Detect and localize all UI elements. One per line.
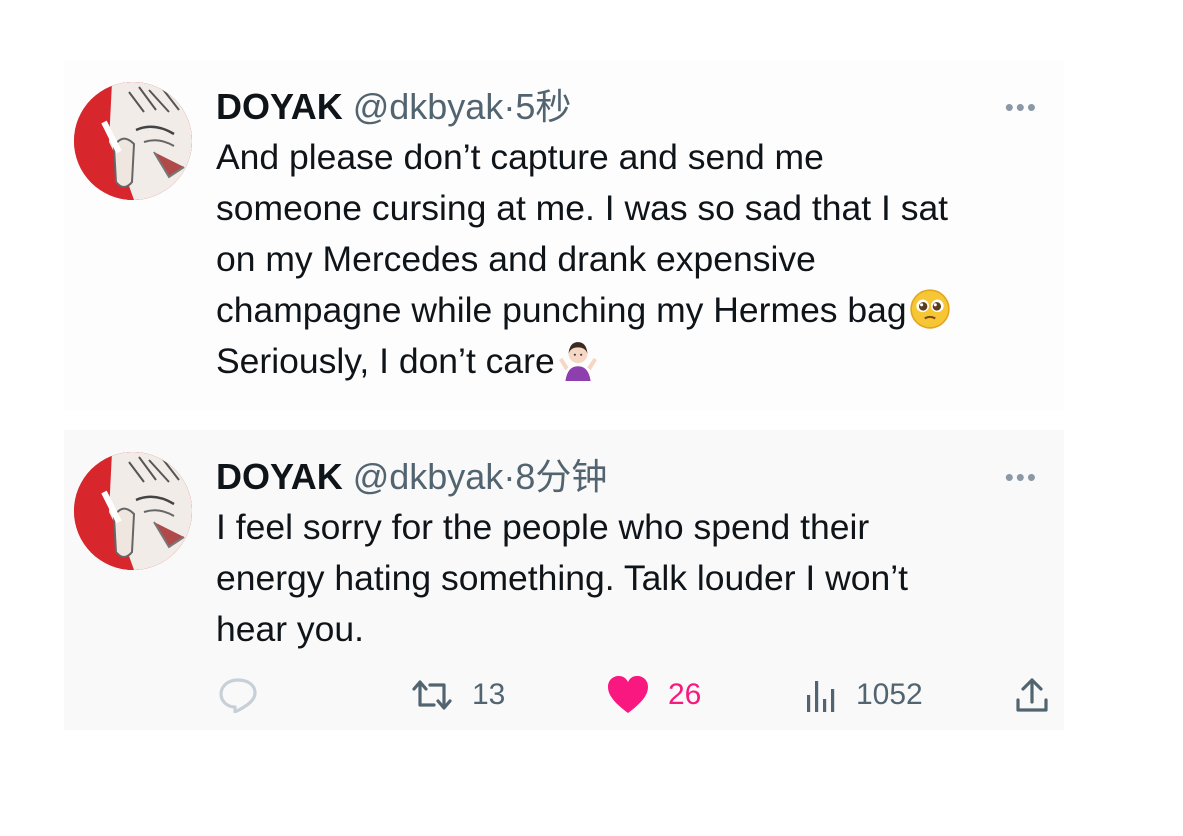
person-shrugging-emoji [558,342,597,381]
user-handle[interactable]: @dkbyak [353,86,504,127]
tweet-text-line: hear you. [216,609,365,649]
timestamp[interactable]: 8分钟 [515,456,607,497]
avatar[interactable] [74,82,192,200]
timestamp[interactable]: 5秒 [515,86,571,127]
avatar-illustration [74,82,192,200]
tweet-text-line: on my Mercedes and drank expensive [216,239,816,279]
avatar[interactable] [74,452,192,570]
tweet-2[interactable]: DOYAK @dkbyak·8分钟 ••• I feel sorry for t… [64,430,1064,730]
tweet-header: DOYAK @dkbyak·8分钟 [216,448,607,500]
display-name[interactable]: DOYAK [216,456,343,497]
display-name[interactable]: DOYAK [216,86,343,127]
tweet-text-segment: champagne while punching my Hermes bag [216,290,907,330]
tweet-text-line: Seriously, I don’t care [216,336,1056,387]
more-options-icon[interactable]: ••• [1005,92,1038,123]
tweet-text-line: energy hating something. Talk louder I w… [216,558,909,598]
share-icon [1016,678,1048,712]
more-options-icon[interactable]: ••• [1005,462,1038,493]
heart-icon [608,676,648,713]
tweet-header: DOYAK @dkbyak·5秒 [216,78,571,130]
tweet-text-line: someone cursing at me. I was so sad that… [216,188,949,228]
avatar-illustration [74,452,192,570]
like-count: 26 [668,678,702,711]
views-button[interactable]: 1052 [804,670,923,720]
tweet-text-segment: Seriously, I don’t care [216,341,555,381]
retweet-count: 13 [472,678,506,711]
share-button[interactable] [1014,670,1050,720]
reply-icon [219,678,257,713]
tweet-text-line: And please don’t capture and send me [216,137,824,177]
tweet-actions: 13 26 1052 [214,670,1064,720]
tweet-text-line: champagne while punching my Hermes bag [216,285,1056,336]
tweet-text-line: I feel sorry for the people who spend th… [216,507,870,547]
retweet-button[interactable]: 13 [410,670,505,720]
like-button[interactable]: 26 [606,670,701,720]
view-count: 1052 [856,678,923,711]
separator-dot: · [503,86,516,127]
tweet-1[interactable]: DOYAK @dkbyak·5秒 ••• And please don’t ca… [64,60,1064,410]
separator-dot: · [503,456,516,497]
retweet-icon [412,680,452,710]
user-handle[interactable]: @dkbyak [353,456,504,497]
pleading-face-emoji [909,289,950,329]
reply-button[interactable] [218,670,258,720]
tweet-text: I feel sorry for the people who spend th… [216,502,1056,655]
views-icon [807,681,835,712]
tweet-text: And please don’t capture and send me som… [216,132,1056,387]
